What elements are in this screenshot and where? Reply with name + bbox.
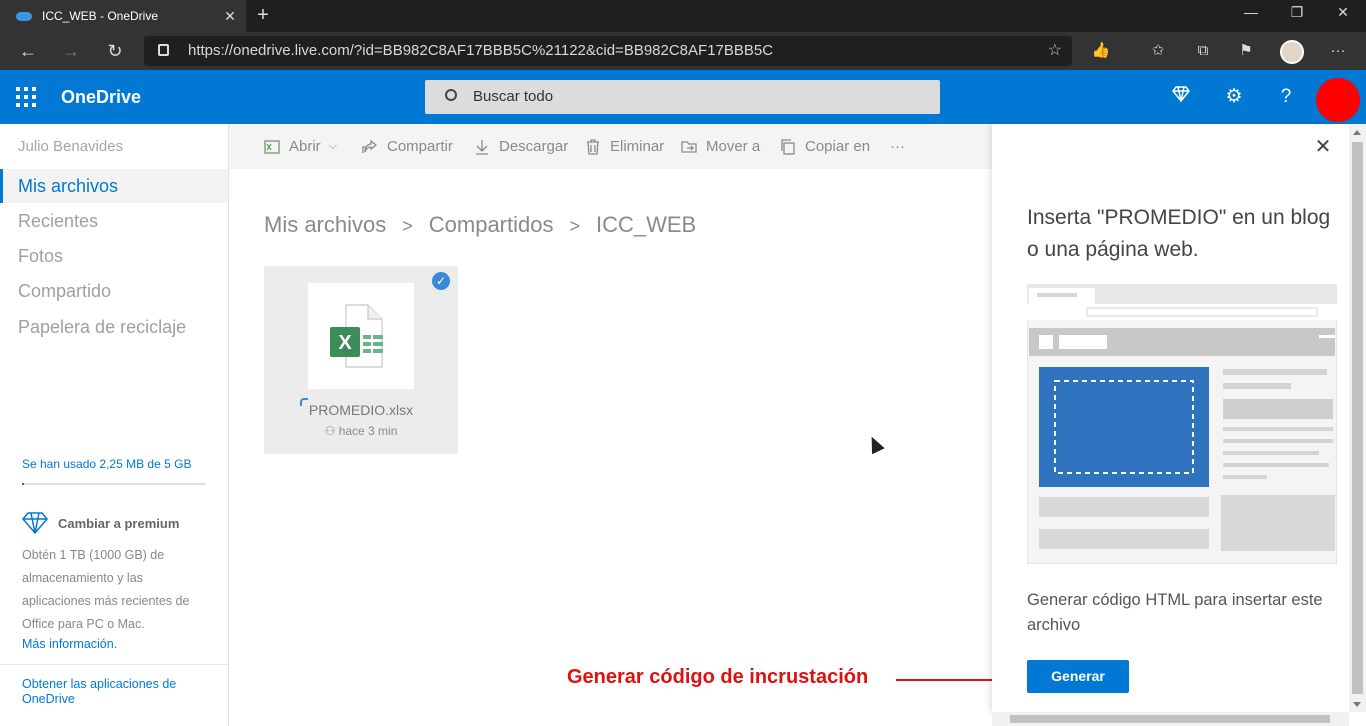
more-commands-icon[interactable]: ··· bbox=[890, 124, 905, 169]
breadcrumb-separator: > bbox=[402, 216, 413, 236]
browser-tabbar: ICC_WEB - OneDrive ✕ + — ❐ ✕ bbox=[0, 0, 1366, 32]
breadcrumb-item-compartidos[interactable]: Compartidos bbox=[429, 212, 554, 237]
get-apps-link[interactable]: Obtener las aplicaciones de OneDrive bbox=[22, 677, 202, 707]
close-icon[interactable]: ✕ bbox=[1312, 136, 1334, 158]
copy-button[interactable]: Copiar en bbox=[780, 124, 870, 169]
tab-title: ICC_WEB - OneDrive bbox=[42, 9, 159, 23]
search-placeholder: Buscar todo bbox=[473, 88, 554, 105]
address-bar[interactable]: https://onedrive.live.com/?id=BB982C8AF1… bbox=[144, 36, 1072, 66]
share-label: Compartir bbox=[387, 138, 453, 155]
delete-label: Eliminar bbox=[610, 138, 665, 155]
selected-check-icon[interactable]: ✓ bbox=[432, 272, 450, 290]
panel-description: Generar código HTML para insertar este a… bbox=[1027, 591, 1323, 634]
share-button[interactable]: Compartir bbox=[362, 124, 453, 169]
more-info-link[interactable]: Más información. bbox=[22, 637, 117, 651]
favorites-icon[interactable]: ✩ bbox=[1144, 38, 1172, 64]
download-label: Descargar bbox=[499, 138, 569, 155]
user-name: Julio Benavides bbox=[18, 138, 124, 155]
tab-close-icon[interactable]: ✕ bbox=[222, 8, 238, 25]
open-button[interactable]: Abrir ⌵ bbox=[264, 124, 337, 169]
browser-tab[interactable]: ICC_WEB - OneDrive ✕ bbox=[0, 0, 246, 32]
command-bar: Abrir ⌵ Compartir Descargar Eliminar Mov… bbox=[229, 124, 992, 169]
open-label: Abrir bbox=[289, 138, 321, 155]
browser-profile-icon[interactable] bbox=[1280, 40, 1304, 64]
embed-illustration bbox=[1027, 284, 1337, 564]
search-box[interactable]: Buscar todo bbox=[425, 80, 940, 114]
download-button[interactable]: Descargar bbox=[474, 124, 568, 169]
panel-title: Inserta "PROMEDIO" en un blog o una pági… bbox=[1027, 206, 1331, 261]
scroll-up-icon[interactable] bbox=[1353, 130, 1361, 135]
file-thumbnail: X bbox=[308, 283, 414, 389]
onedrive-header: OneDrive Buscar todo ⚙ ? bbox=[0, 70, 1366, 124]
file-tile[interactable]: X ✓ PROMEDIO.xlsx ⚇ hace 3 min bbox=[264, 266, 458, 454]
premium-description: Obtén 1 TB (1000 GB) de almacenamiento y… bbox=[22, 548, 190, 631]
share-icon bbox=[362, 139, 378, 153]
premium-diamond-icon[interactable] bbox=[1166, 82, 1196, 112]
move-label: Mover a bbox=[706, 138, 761, 155]
restore-icon[interactable]: ❐ bbox=[1274, 0, 1320, 32]
breadcrumb-item-mis-archivos[interactable]: Mis archivos bbox=[264, 212, 386, 237]
trash-icon bbox=[587, 138, 599, 155]
lock-icon bbox=[158, 44, 169, 56]
search-icon bbox=[445, 89, 457, 101]
new-tab-icon[interactable]: + bbox=[254, 4, 272, 28]
generate-button[interactable]: Generar bbox=[1027, 660, 1129, 693]
refresh-icon[interactable]: ↻ bbox=[102, 38, 128, 64]
copy-label: Copiar en bbox=[805, 138, 871, 155]
breadcrumb-item-icc-web[interactable]: ICC_WEB bbox=[596, 212, 696, 237]
forward-icon[interactable]: → bbox=[58, 38, 84, 64]
excel-file-icon: X bbox=[330, 304, 383, 368]
back-icon[interactable]: ← bbox=[15, 38, 41, 64]
breadcrumb: Mis archivos > Compartidos > ICC_WEB bbox=[264, 212, 696, 238]
nav-item-papelera[interactable]: Papelera de reciclaje bbox=[0, 310, 228, 344]
storage-progress-bar bbox=[22, 483, 206, 485]
browser-menu-icon[interactable]: ··· bbox=[1324, 38, 1352, 64]
panel-vertical-scrollbar[interactable] bbox=[1349, 124, 1366, 712]
breadcrumb-separator: > bbox=[569, 216, 580, 236]
shared-people-icon: ⚇ bbox=[324, 424, 339, 438]
window-close-icon[interactable]: ✕ bbox=[1320, 0, 1366, 32]
left-navigation: Julio Benavides Mis archivos Recientes F… bbox=[0, 124, 229, 726]
favorite-star-icon[interactable]: ☆ bbox=[1048, 36, 1062, 66]
divider bbox=[0, 664, 228, 665]
minimize-icon[interactable]: — bbox=[1228, 0, 1274, 32]
nav-item-recientes[interactable]: Recientes bbox=[0, 204, 228, 238]
file-modified: ⚇ hace 3 min bbox=[264, 424, 458, 438]
excel-badge-letter: X bbox=[338, 332, 352, 354]
move-folder-icon bbox=[681, 140, 697, 153]
copy-icon bbox=[781, 138, 795, 155]
thumbs-up-icon[interactable]: 👍 bbox=[1087, 38, 1115, 64]
url-text: https://onedrive.live.com/?id=BB982C8AF1… bbox=[188, 42, 774, 59]
delete-button[interactable]: Eliminar bbox=[585, 124, 664, 169]
annotation-label: Generar código de incrustación bbox=[567, 666, 869, 688]
settings-gear-icon[interactable]: ⚙ bbox=[1219, 82, 1249, 112]
help-icon[interactable]: ? bbox=[1271, 82, 1301, 112]
collections-icon[interactable]: ⧉ bbox=[1189, 38, 1217, 64]
onedrive-logo-text[interactable]: OneDrive bbox=[61, 70, 141, 124]
premium-diamond-icon bbox=[22, 512, 48, 535]
file-modified-time: hace 3 min bbox=[338, 424, 398, 438]
chevron-down-icon: ⌵ bbox=[328, 140, 338, 152]
scrollbar-thumb[interactable] bbox=[1352, 142, 1363, 694]
file-name[interactable]: PROMEDIO.xlsx bbox=[264, 402, 458, 418]
excel-open-icon bbox=[264, 139, 280, 154]
scroll-down-icon[interactable] bbox=[1353, 702, 1361, 707]
nav-item-mis-archivos[interactable]: Mis archivos bbox=[0, 169, 228, 203]
premium-title: Cambiar a premium bbox=[58, 516, 180, 531]
app-launcher-icon[interactable] bbox=[16, 87, 36, 107]
mouse-cursor-icon bbox=[865, 433, 885, 455]
nav-item-fotos[interactable]: Fotos bbox=[0, 239, 228, 273]
move-button[interactable]: Mover a bbox=[681, 124, 760, 169]
embed-panel: ✕ Inserta "PROMEDIO" en un blog o una pá… bbox=[992, 124, 1349, 712]
feedback-icon[interactable]: ⚑ bbox=[1232, 38, 1260, 64]
nav-item-compartido[interactable]: Compartido bbox=[0, 274, 228, 308]
annotation-arrow bbox=[896, 679, 1006, 681]
download-icon bbox=[476, 139, 488, 155]
panel-horizontal-scrollbar[interactable] bbox=[992, 712, 1349, 726]
scrollbar-thumb[interactable] bbox=[1010, 715, 1330, 723]
storage-usage-link[interactable]: Se han usado 2,25 MB de 5 GB bbox=[22, 457, 191, 471]
onedrive-cloud-icon bbox=[16, 11, 32, 21]
account-avatar[interactable] bbox=[1316, 78, 1360, 122]
